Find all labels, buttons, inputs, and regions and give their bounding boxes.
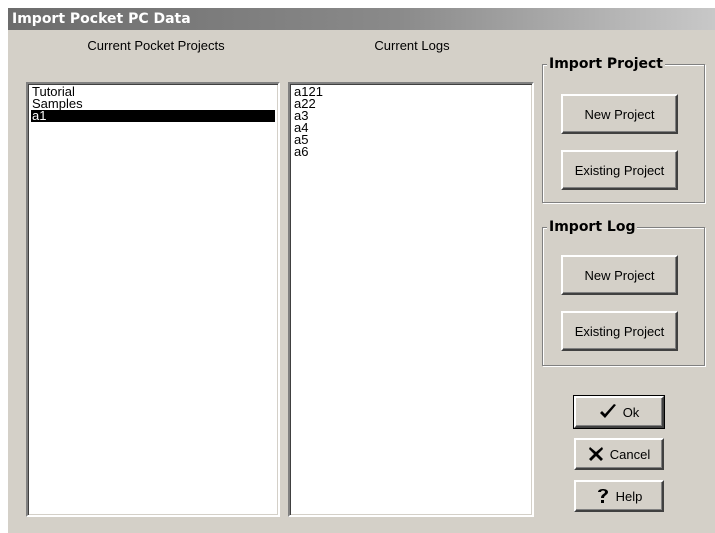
log-list-item[interactable]: a3 (293, 109, 529, 122)
logs-listbox[interactable]: a121 a22 a3 a4 a5 a6 (288, 82, 534, 517)
import-project-new-button[interactable]: New Project (561, 94, 678, 134)
project-list-item[interactable]: a1 (31, 109, 275, 122)
projects-header: Current Pocket Projects (87, 38, 225, 53)
log-list-item[interactable]: a4 (293, 121, 529, 134)
import-project-existing-button[interactable]: Existing Project (561, 150, 678, 190)
ok-label: Ok (622, 404, 640, 420)
checkmark-icon (599, 404, 617, 420)
x-mark-icon (588, 446, 604, 462)
import-project-legend: Import Project (547, 56, 665, 72)
import-project-group: Import Project New Project Existing Proj… (542, 56, 705, 203)
cancel-button[interactable]: Cancel (574, 438, 664, 470)
project-list-item[interactable]: Samples (31, 97, 275, 110)
import-log-new-button[interactable]: New Project (561, 255, 678, 295)
log-list-item[interactable]: a121 (293, 85, 529, 98)
help-label: Help (615, 488, 643, 504)
ok-button[interactable]: Ok (573, 395, 665, 429)
logs-header: Current Logs (374, 38, 450, 53)
import-dialog: Import Pocket PC Data Current Pocket Pro… (6, 6, 715, 533)
dialog-title: Import Pocket PC Data (8, 8, 715, 30)
log-list-item[interactable]: a6 (293, 145, 529, 158)
cancel-label: Cancel (609, 446, 651, 462)
import-log-group: Import Log New Project Existing Project (542, 219, 705, 366)
import-log-existing-button[interactable]: Existing Project (561, 311, 678, 351)
projects-listbox[interactable]: Tutorial Samples a1 (26, 82, 280, 517)
help-button[interactable]: Help (574, 480, 664, 512)
question-mark-icon (596, 487, 610, 505)
import-log-legend: Import Log (547, 219, 638, 235)
log-list-item[interactable]: a5 (293, 133, 529, 146)
log-list-item[interactable]: a22 (293, 97, 529, 110)
